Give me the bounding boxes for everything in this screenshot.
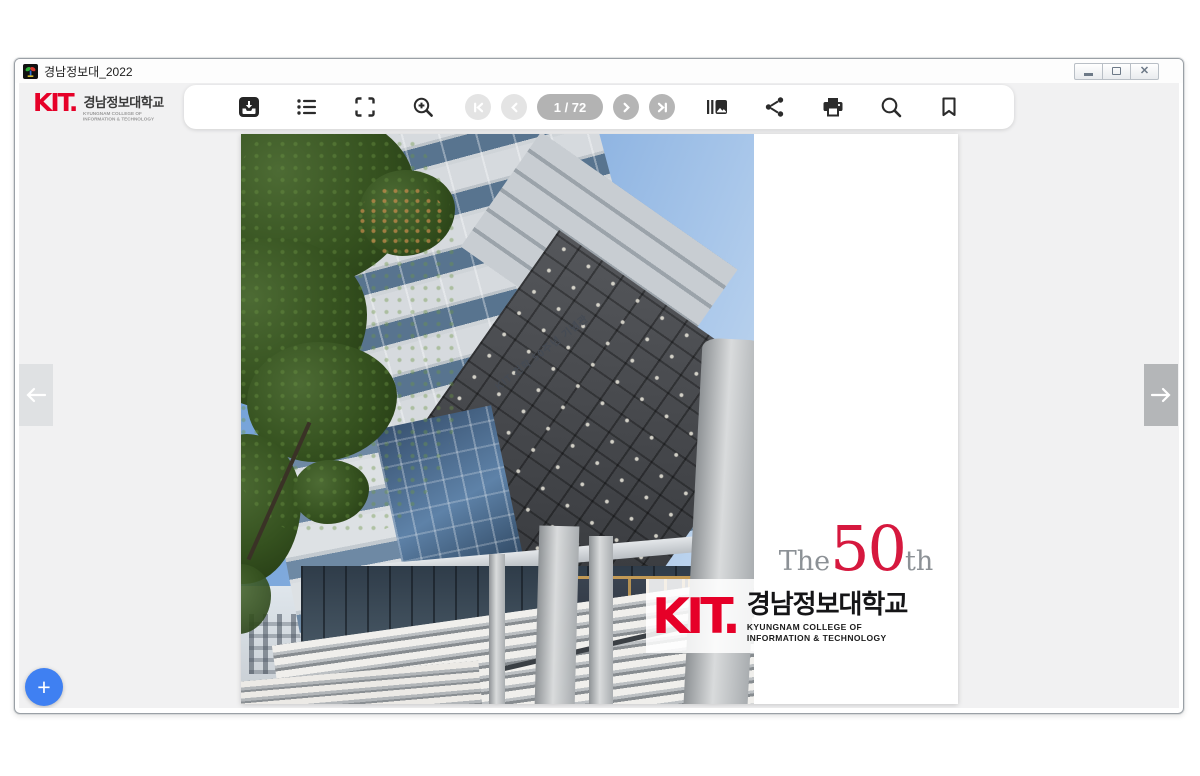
- download-icon: [237, 95, 261, 119]
- cover-brand-english: KYUNGNAM COLLEGE OFINFORMATION & TECHNOL…: [747, 622, 907, 644]
- cover-brand: KIT. 경남정보대학교 KYUNGNAM COLLEGE OFINFORMAT…: [646, 579, 958, 653]
- anniversary-th: th: [905, 546, 933, 577]
- list-icon: [295, 95, 319, 119]
- column: [589, 536, 613, 704]
- arrow-left-icon: [24, 386, 48, 404]
- thumbnail-view-icon: [705, 95, 729, 119]
- cover-brand-names: 경남정보대학교 KYUNGNAM COLLEGE OFINFORMATION &…: [747, 590, 907, 644]
- last-page-button[interactable]: [649, 94, 675, 120]
- fullscreen-icon: [353, 95, 377, 119]
- minimize-icon: [1084, 73, 1093, 76]
- close-icon: ✕: [1140, 66, 1149, 77]
- close-button[interactable]: ✕: [1130, 63, 1159, 80]
- add-button[interactable]: +: [25, 668, 63, 706]
- page-navigation: 1 / 72: [460, 94, 680, 120]
- flipbook-page[interactable]: KIT 건학 50주년 기념관 The50th KIT. 경남정보대학교 KYU…: [241, 134, 958, 704]
- next-page-icon: [620, 101, 633, 114]
- print-button[interactable]: [821, 95, 845, 119]
- thumbnail-view-button[interactable]: [705, 95, 729, 119]
- previous-page-button[interactable]: [501, 94, 527, 120]
- zoom-in-icon: [411, 95, 435, 119]
- arrow-right-icon: [1149, 386, 1173, 404]
- maximize-button[interactable]: [1102, 63, 1131, 80]
- viewer-brand: KIT. 경남정보대학교 KYUNGNAM COLLEGE OFINFORMAT…: [33, 89, 206, 129]
- window-title: 경남정보대_2022: [44, 63, 133, 80]
- previous-page-icon: [508, 101, 521, 114]
- first-page-icon: [472, 101, 485, 114]
- download-button[interactable]: [237, 95, 261, 119]
- search-icon: [879, 95, 903, 119]
- minimize-button[interactable]: [1074, 63, 1103, 80]
- window-controls: ✕: [1075, 63, 1159, 80]
- next-page-side-button[interactable]: [1144, 364, 1178, 426]
- anniversary-the: The: [779, 546, 830, 577]
- search-button[interactable]: [879, 95, 903, 119]
- column: [535, 526, 580, 704]
- print-icon: [821, 95, 845, 119]
- maximize-icon: [1112, 67, 1121, 75]
- zoom-in-button[interactable]: [411, 95, 435, 119]
- anniversary-number: 50: [830, 512, 905, 585]
- cover-kit-logo: KIT.: [652, 592, 737, 641]
- last-page-icon: [656, 101, 669, 114]
- table-of-contents-button[interactable]: [295, 95, 319, 119]
- bookmark-button[interactable]: [937, 95, 961, 119]
- share-button[interactable]: [763, 95, 787, 119]
- fullscreen-button[interactable]: [353, 95, 377, 119]
- brand-name-english: KYUNGNAM COLLEGE OFINFORMATION & TECHNOL…: [83, 111, 154, 122]
- share-icon: [763, 95, 787, 119]
- next-page-button[interactable]: [613, 94, 639, 120]
- kit-logo: KIT.: [33, 89, 76, 117]
- page-indicator: 1 / 72: [537, 94, 603, 120]
- viewer-area: KIT. 경남정보대학교 KYUNGNAM COLLEGE OFINFORMAT…: [19, 83, 1179, 708]
- column: [489, 554, 505, 704]
- add-icon: +: [37, 676, 50, 699]
- bookmark-icon: [937, 95, 961, 119]
- toolbar: 1 / 72: [184, 85, 1014, 129]
- previous-page-side-button[interactable]: [19, 364, 53, 426]
- titlebar: 경남정보대_2022 ✕: [15, 59, 1183, 83]
- anniversary-text: The50th: [754, 512, 958, 585]
- tree-autumn-speckles: [357, 186, 447, 256]
- cover-brand-korean: 경남정보대학교: [747, 590, 907, 619]
- first-page-button[interactable]: [465, 94, 491, 120]
- app-icon: [23, 64, 38, 79]
- app-window: 경남정보대_2022 ✕ KIT. 경남정보대학교 KYUNGNAM COLLE…: [14, 58, 1184, 714]
